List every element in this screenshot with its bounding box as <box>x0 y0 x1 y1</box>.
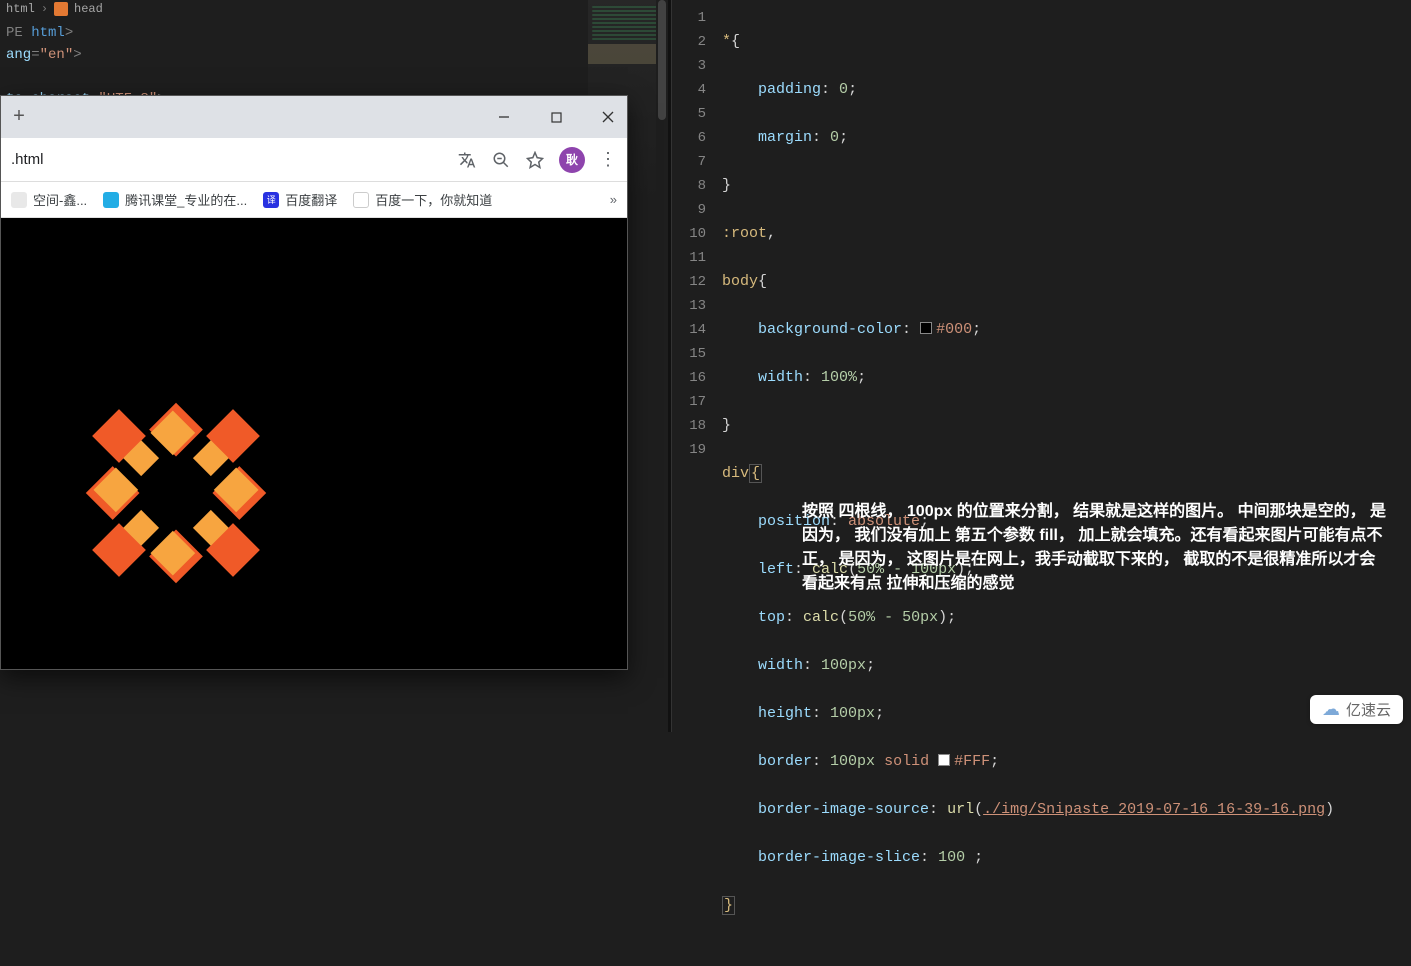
favicon-icon <box>103 192 119 208</box>
cloud-icon: ☁ <box>1322 699 1340 720</box>
annotation-text: 按照 四根线， 100px 的位置来分割， 结果就是这样的图片。 中间那块是空的… <box>802 500 1391 596</box>
scrollbar-thumb[interactable] <box>658 0 666 120</box>
favicon-icon: 译 <box>263 192 279 208</box>
color-swatch-white[interactable] <box>938 754 950 766</box>
css-editor[interactable]: 1 2 3 4 5 6 7 8 9 10 11 12 13 14 15 16 1… <box>672 0 1411 966</box>
html-breadcrumb: html › head <box>0 0 668 18</box>
browser-window: + .html 耿 ⋮ 空间-鑫... <box>0 95 628 670</box>
breadcrumb-head: head <box>74 2 103 16</box>
profile-avatar[interactable]: 耿 <box>559 147 585 173</box>
bookmark-item[interactable]: 百度一下，你就知道 <box>353 190 492 209</box>
bookmark-item[interactable]: 译 百度翻译 <box>263 190 337 209</box>
chevron-right-icon: › <box>41 2 48 16</box>
file-ext-label: html <box>6 2 35 16</box>
maximize-button[interactable] <box>541 102 571 132</box>
minimize-button[interactable] <box>489 102 519 132</box>
new-tab-button[interactable]: + <box>5 103 33 131</box>
zoom-icon[interactable] <box>491 150 511 170</box>
address-bar[interactable]: .html <box>11 151 443 168</box>
bookmark-star-icon[interactable] <box>525 150 545 170</box>
right-editor-pane: 1 2 3 4 5 6 7 8 9 10 11 12 13 14 15 16 1… <box>672 0 1411 732</box>
color-swatch-black[interactable] <box>920 322 932 334</box>
page-content <box>1 218 627 669</box>
watermark-badge: ☁ 亿速云 <box>1310 695 1403 724</box>
left-scrollbar[interactable] <box>656 0 668 732</box>
translate-icon[interactable] <box>457 150 477 170</box>
bookmarks-overflow-button[interactable]: » <box>610 192 617 207</box>
bookmarks-bar: 空间-鑫... 腾讯课堂_专业的在... 译 百度翻译 百度一下，你就知道 » <box>1 182 627 218</box>
close-button[interactable] <box>593 102 623 132</box>
line-number-gutter: 1 2 3 4 5 6 7 8 9 10 11 12 13 14 15 16 1… <box>672 6 722 966</box>
favicon-icon <box>11 192 27 208</box>
html-tag-icon <box>54 2 68 16</box>
kebab-menu-icon[interactable]: ⋮ <box>599 149 617 170</box>
code-area[interactable]: *{ padding: 0; margin: 0; } :root, body{… <box>722 6 1411 966</box>
browser-toolbar: .html 耿 ⋮ <box>1 138 627 182</box>
border-image-demo <box>81 398 271 588</box>
close-brace-highlight: } <box>722 896 735 915</box>
favicon-icon <box>353 192 369 208</box>
bookmark-item[interactable]: 腾讯课堂_专业的在... <box>103 190 247 209</box>
open-brace-highlight: { <box>749 464 762 483</box>
browser-titlebar[interactable]: + <box>1 96 627 138</box>
watermark-text: 亿速云 <box>1346 699 1391 720</box>
bookmark-item[interactable]: 空间-鑫... <box>11 190 87 209</box>
